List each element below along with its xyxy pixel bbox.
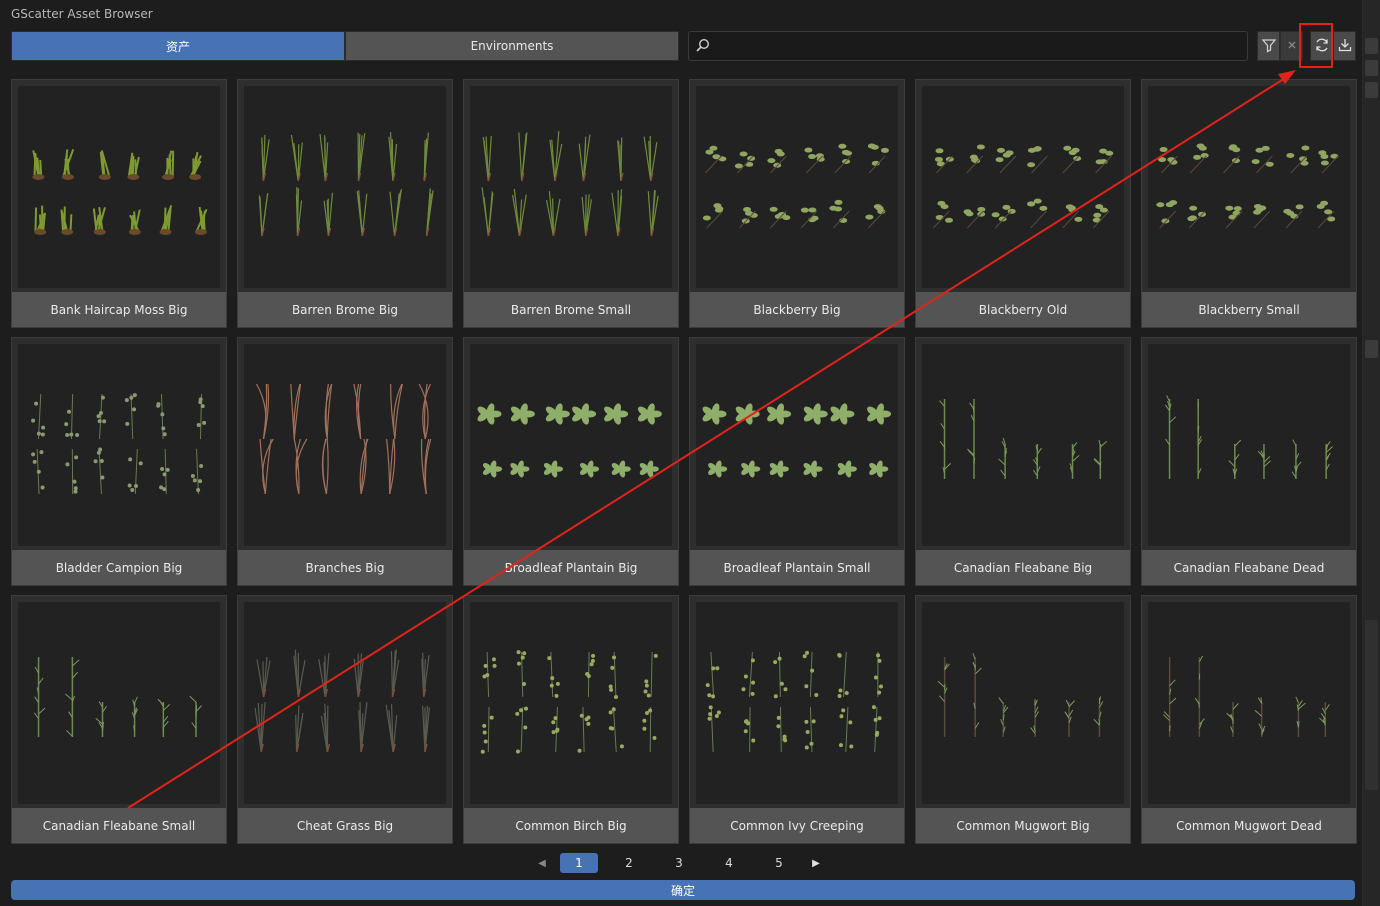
asset-thumbnail	[1148, 344, 1350, 546]
confirm-button[interactable]: 确定	[11, 880, 1355, 900]
triangle-right-icon[interactable]: ▶	[804, 852, 828, 874]
tab-environments[interactable]: Environments	[345, 31, 679, 61]
asset-card[interactable]: Barren Brome Big	[237, 79, 453, 328]
asset-label: Broadleaf Plantain Big	[464, 550, 678, 585]
asset-label: Barren Brome Big	[238, 292, 452, 327]
asset-thumbnail	[244, 602, 446, 804]
asset-card[interactable]: Broadleaf Plantain Big	[463, 337, 679, 586]
search-input[interactable]	[715, 36, 1239, 58]
asset-thumbnail	[1148, 86, 1350, 288]
asset-thumbnail	[244, 86, 446, 288]
side-scroll[interactable]	[1365, 620, 1378, 790]
asset-thumbnail	[1148, 602, 1350, 804]
asset-label: Common Mugwort Dead	[1142, 808, 1356, 843]
asset-thumbnail	[470, 86, 672, 288]
asset-thumbnail	[18, 86, 220, 288]
triangle-left-icon[interactable]: ◀	[530, 852, 554, 874]
search-box[interactable]	[688, 31, 1248, 61]
search-icon	[695, 38, 711, 57]
download-button[interactable]	[1333, 31, 1356, 61]
download-icon	[1337, 37, 1353, 56]
asset-label: Blackberry Small	[1142, 292, 1356, 327]
page-2[interactable]: 2	[610, 853, 648, 873]
page-5[interactable]: 5	[760, 853, 798, 873]
pagination: ◀ 1 2 3 4 5 ▶	[530, 852, 828, 874]
filter-icon	[1261, 37, 1277, 56]
window-title: GScatter Asset Browser	[11, 7, 153, 21]
asset-card[interactable]: Bladder Campion Big	[11, 337, 227, 586]
asset-card[interactable]: Canadian Fleabane Dead	[1141, 337, 1357, 586]
asset-card[interactable]: Barren Brome Small	[463, 79, 679, 328]
asset-card[interactable]: Broadleaf Plantain Small	[689, 337, 905, 586]
side-toggle[interactable]	[1365, 38, 1378, 54]
asset-label: Cheat Grass Big	[238, 808, 452, 843]
asset-card[interactable]: Canadian Fleabane Small	[11, 595, 227, 844]
asset-card[interactable]: Blackberry Old	[915, 79, 1131, 328]
page-1[interactable]: 1	[560, 853, 598, 873]
asset-card[interactable]: Cheat Grass Big	[237, 595, 453, 844]
annotation-highlight-box	[1299, 23, 1333, 68]
asset-thumbnail	[244, 344, 446, 546]
asset-card[interactable]: Bank Haircap Moss Big	[11, 79, 227, 328]
asset-grid: Bank Haircap Moss Big Barren Brome Big Bar…	[11, 79, 1357, 844]
side-toggle[interactable]	[1365, 60, 1378, 76]
asset-thumbnail	[696, 602, 898, 804]
close-icon	[1286, 39, 1298, 54]
asset-thumbnail	[922, 344, 1124, 546]
category-tabs: 资产 Environments	[11, 31, 679, 61]
asset-thumbnail	[696, 86, 898, 288]
asset-thumbnail	[18, 602, 220, 804]
asset-label: Barren Brome Small	[464, 292, 678, 327]
asset-thumbnail	[470, 602, 672, 804]
side-panel-strip	[1363, 0, 1380, 906]
asset-card[interactable]: Branches Big	[237, 337, 453, 586]
asset-card[interactable]: Common Ivy Creeping	[689, 595, 905, 844]
asset-label: Branches Big	[238, 550, 452, 585]
asset-label: Bladder Campion Big	[12, 550, 226, 585]
asset-label: Common Birch Big	[464, 808, 678, 843]
asset-label: Canadian Fleabane Big	[916, 550, 1130, 585]
asset-thumbnail	[470, 344, 672, 546]
asset-label: Canadian Fleabane Small	[12, 808, 226, 843]
asset-label: Broadleaf Plantain Small	[690, 550, 904, 585]
asset-thumbnail	[696, 344, 898, 546]
asset-thumbnail	[18, 344, 220, 546]
asset-thumbnail	[922, 86, 1124, 288]
page-3[interactable]: 3	[660, 853, 698, 873]
asset-label: Blackberry Old	[916, 292, 1130, 327]
side-toggle[interactable]	[1365, 82, 1378, 98]
asset-card[interactable]: Common Birch Big	[463, 595, 679, 844]
tab-assets[interactable]: 资产	[11, 31, 345, 61]
asset-card[interactable]: Common Mugwort Big	[915, 595, 1131, 844]
asset-browser-window: GScatter Asset Browser 资产 Environments B…	[0, 0, 1363, 906]
asset-card[interactable]: Blackberry Small	[1141, 79, 1357, 328]
asset-card[interactable]: Canadian Fleabane Big	[915, 337, 1131, 586]
asset-label: Canadian Fleabane Dead	[1142, 550, 1356, 585]
filter-button[interactable]	[1257, 31, 1280, 61]
asset-label: Common Ivy Creeping	[690, 808, 904, 843]
page-4[interactable]: 4	[710, 853, 748, 873]
asset-card[interactable]: Blackberry Big	[689, 79, 905, 328]
side-toggle[interactable]	[1365, 340, 1378, 358]
asset-label: Bank Haircap Moss Big	[12, 292, 226, 327]
asset-label: Common Mugwort Big	[916, 808, 1130, 843]
asset-card[interactable]: Common Mugwort Dead	[1141, 595, 1357, 844]
asset-thumbnail	[922, 602, 1124, 804]
asset-label: Blackberry Big	[690, 292, 904, 327]
